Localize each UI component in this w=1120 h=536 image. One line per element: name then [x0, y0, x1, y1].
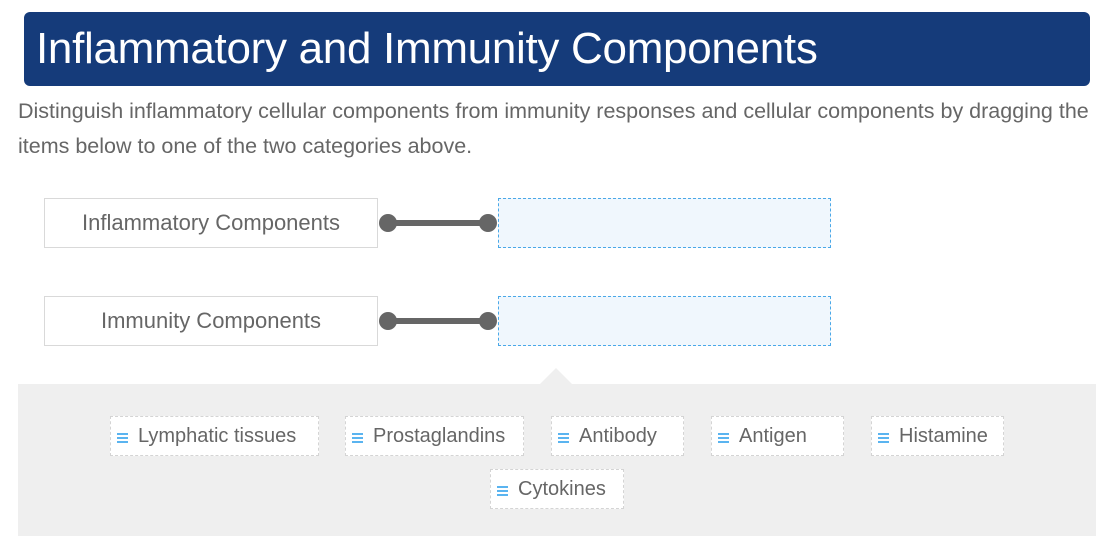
drag-item-antigen[interactable]: Antigen: [711, 416, 844, 456]
instructions-text: Distinguish inflammatory cellular compon…: [18, 99, 1089, 158]
connector-inflammatory: [379, 213, 497, 233]
drag-item-label: Prostaglandins: [373, 424, 506, 447]
connector-dot-icon: [379, 214, 397, 232]
drop-zone-inflammatory[interactable]: [498, 198, 831, 248]
drag-handle-icon: [718, 432, 729, 444]
drag-item-histamine[interactable]: Histamine: [871, 416, 1004, 456]
drag-item-lymphatic-tissues[interactable]: Lymphatic tissues: [110, 416, 319, 456]
drag-handle-icon: [117, 432, 128, 444]
category-label-immunity: Immunity Components: [44, 296, 378, 346]
drag-handle-icon: [352, 432, 363, 444]
title-bar: Inflammatory and Immunity Components: [24, 12, 1090, 86]
drag-handle-icon: [878, 432, 889, 444]
drag-item-label: Antibody: [579, 424, 657, 447]
drag-item-label: Histamine: [899, 424, 988, 447]
drag-item-cytokines[interactable]: Cytokines: [490, 469, 624, 509]
category-label-inflammatory: Inflammatory Components: [44, 198, 378, 248]
connector-dot-icon: [479, 312, 497, 330]
drag-item-prostaglandins[interactable]: Prostaglandins: [345, 416, 524, 456]
connector-line: [387, 318, 489, 324]
page-title: Inflammatory and Immunity Components: [36, 24, 818, 73]
drag-item-label: Cytokines: [518, 477, 606, 500]
connector-dot-icon: [379, 312, 397, 330]
drop-zone-immunity[interactable]: [498, 296, 831, 346]
drag-item-label: Lymphatic tissues: [138, 424, 297, 447]
drag-item-label: Antigen: [739, 424, 807, 447]
connector-line: [387, 220, 489, 226]
tray-pointer: [540, 368, 572, 384]
drag-item-antibody[interactable]: Antibody: [551, 416, 684, 456]
drag-items-tray: [18, 384, 1096, 536]
drag-handle-icon: [497, 485, 508, 497]
connector-immunity: [379, 311, 497, 331]
drag-handle-icon: [558, 432, 569, 444]
connector-dot-icon: [479, 214, 497, 232]
